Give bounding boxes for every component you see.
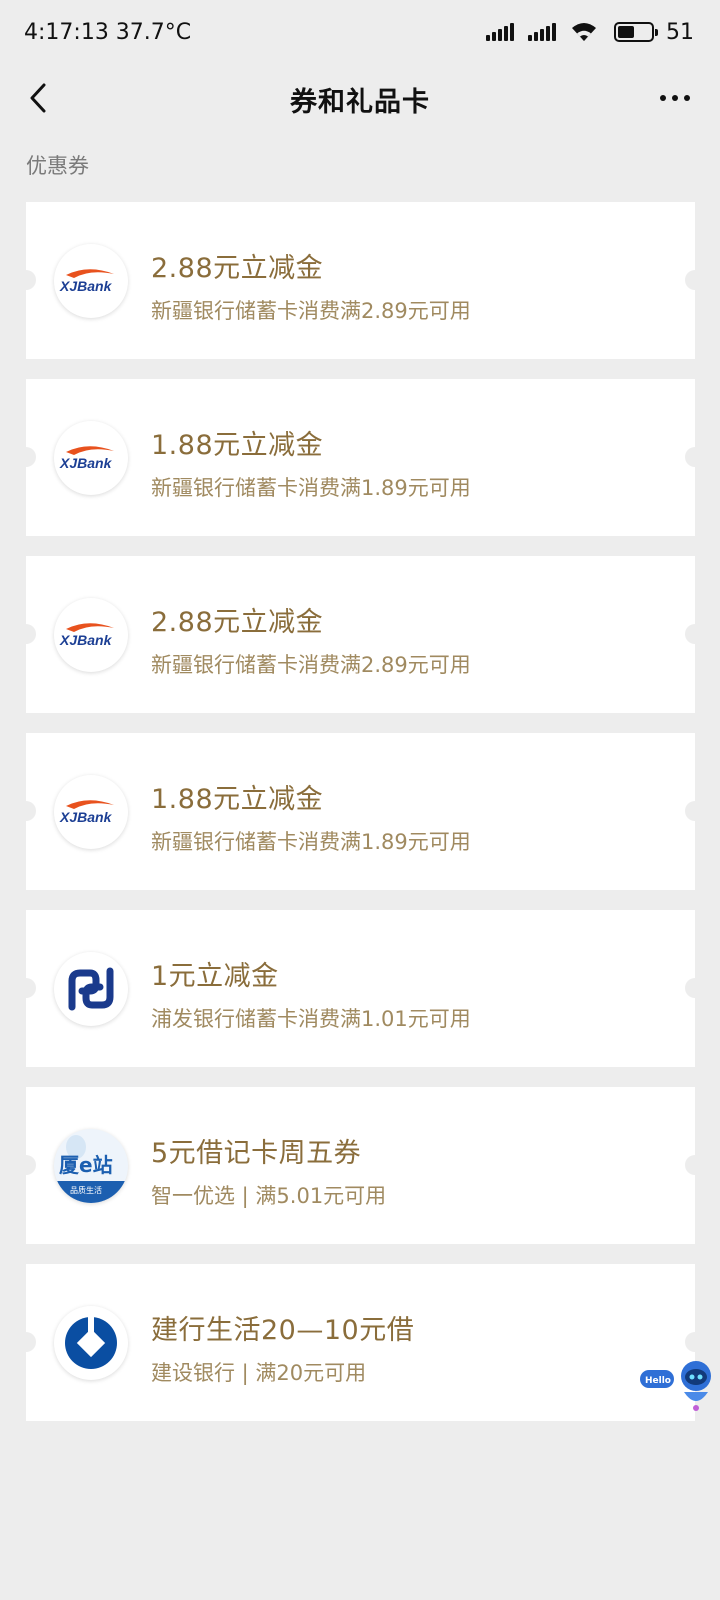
coupon-desc: 新疆银行储蓄卡消费满2.89元可用 <box>151 653 471 677</box>
nav-bar: 券和礼品卡 <box>0 64 720 134</box>
xia-e-zhan-logo-text: 厦e站 <box>59 1153 113 1177</box>
coupon-card[interactable]: XJBank 2.88元立减金 新疆银行储蓄卡消费满2.89元可用 <box>16 202 705 359</box>
coupon-desc: 建设银行 | 满20元可用 <box>151 1361 367 1385</box>
xjbank-logo: XJBank <box>54 775 128 849</box>
more-dot-icon <box>672 95 678 101</box>
signal-icon-2 <box>528 23 556 41</box>
robot-assistant-icon: Hello <box>640 1361 711 1411</box>
signal-icon <box>486 23 514 41</box>
coupon-notch <box>685 1332 705 1352</box>
coupon-desc: 新疆银行储蓄卡消费满1.89元可用 <box>151 830 471 854</box>
coupon-desc: 新疆银行储蓄卡消费满2.89元可用 <box>151 299 471 323</box>
coupon-notch <box>16 447 36 467</box>
status-icons: 51 <box>486 20 694 45</box>
assistant-badge-text: Hello <box>645 1376 671 1386</box>
coupon-desc: 新疆银行储蓄卡消费满1.89元可用 <box>151 476 471 500</box>
xia-e-zhan-logo-icon: 厦e站 品质生活 <box>54 1135 128 1203</box>
battery-icon <box>614 22 658 42</box>
coupon-text: 建行生活20—10元借 建设银行 | 满20元可用 <box>151 1308 414 1387</box>
spdb-logo-icon <box>68 967 114 1011</box>
coupon-title: 1.88元立减金 <box>151 430 324 461</box>
coupon-notch <box>16 801 36 821</box>
ccb-logo-icon <box>65 1317 117 1369</box>
spdb-logo <box>54 952 128 1026</box>
ccb-logo <box>54 1306 128 1380</box>
battery-level: 51 <box>666 19 694 45</box>
coupon-notch <box>685 270 705 290</box>
status-bar: 4:17:13 37.7°C 51 <box>0 0 720 64</box>
coupon-title: 1.88元立减金 <box>151 784 324 815</box>
xjbank-logo-text: XJBank <box>59 632 113 648</box>
xjbank-logo: XJBank <box>54 598 128 672</box>
coupon-notch <box>16 978 36 998</box>
xjbank-logo-icon: XJBank <box>59 269 114 294</box>
coupon-card[interactable]: XJBank 2.88元立减金 新疆银行储蓄卡消费满2.89元可用 <box>16 556 705 713</box>
coupon-title: 2.88元立减金 <box>151 253 324 284</box>
coupon-title: 2.88元立减金 <box>151 607 324 638</box>
coupon-title: 5元借记卡周五券 <box>151 1138 362 1169</box>
xia-e-zhan-logo-subtext: 品质生活 <box>70 1185 102 1195</box>
status-time-temp: 4:17:13 37.7°C <box>24 19 192 45</box>
xjbank-logo-text: XJBank <box>59 809 113 825</box>
more-dot-icon <box>660 95 666 101</box>
assistant-bot-button[interactable]: Hello <box>640 1358 716 1414</box>
coupon-card[interactable]: XJBank 1.88元立减金 新疆银行储蓄卡消费满1.89元可用 <box>16 733 705 890</box>
coupon-text: 1.88元立减金 新疆银行储蓄卡消费满1.89元可用 <box>151 423 471 502</box>
back-button[interactable] <box>18 78 58 118</box>
coupon-text: 1元立减金 浦发银行储蓄卡消费满1.01元可用 <box>151 954 471 1033</box>
coupon-notch <box>16 624 36 644</box>
xjbank-logo-icon: XJBank <box>59 623 114 648</box>
section-label-coupons: 优惠券 <box>26 154 89 178</box>
coupon-text: 5元借记卡周五券 智一优选 | 满5.01元可用 <box>151 1131 386 1210</box>
coupon-notch <box>685 1155 705 1175</box>
coupon-notch <box>16 1155 36 1175</box>
xjbank-logo-icon: XJBank <box>59 800 114 825</box>
more-dot-icon <box>684 95 690 101</box>
coupon-card[interactable]: 1元立减金 浦发银行储蓄卡消费满1.01元可用 <box>16 910 705 1067</box>
xjbank-logo-icon: XJBank <box>59 446 114 471</box>
coupon-notch <box>16 1332 36 1352</box>
coupon-notch <box>685 801 705 821</box>
coupon-text: 1.88元立减金 新疆银行储蓄卡消费满1.89元可用 <box>151 777 471 856</box>
coupon-text: 2.88元立减金 新疆银行储蓄卡消费满2.89元可用 <box>151 246 471 325</box>
xjbank-logo: XJBank <box>54 421 128 495</box>
coupon-notch <box>685 624 705 644</box>
coupon-title: 建行生活20—10元借 <box>151 1315 415 1346</box>
chevron-left-icon <box>30 83 46 113</box>
coupon-desc: 浦发银行储蓄卡消费满1.01元可用 <box>151 1007 471 1031</box>
page-title: 券和礼品卡 <box>290 86 430 118</box>
coupon-card[interactable]: 建行生活20—10元借 建设银行 | 满20元可用 <box>16 1264 705 1421</box>
xjbank-logo-text: XJBank <box>59 278 113 294</box>
coupon-notch <box>16 270 36 290</box>
more-button[interactable] <box>650 78 700 118</box>
coupon-desc: 智一优选 | 满5.01元可用 <box>151 1184 387 1208</box>
xia-e-zhan-logo: 厦e站 品质生活 <box>54 1129 128 1203</box>
wifi-icon <box>572 23 596 41</box>
battery-fill <box>618 26 635 38</box>
coupon-card[interactable]: 厦e站 品质生活 5元借记卡周五券 智一优选 | 满5.01元可用 <box>16 1087 705 1244</box>
coupon-list: XJBank 2.88元立减金 新疆银行储蓄卡消费满2.89元可用 XJBank… <box>16 202 705 1441</box>
coupon-card[interactable]: XJBank 1.88元立减金 新疆银行储蓄卡消费满1.89元可用 <box>16 379 705 536</box>
coupon-text: 2.88元立减金 新疆银行储蓄卡消费满2.89元可用 <box>151 600 471 679</box>
coupon-title: 1元立减金 <box>151 961 279 992</box>
coupon-notch <box>685 447 705 467</box>
coupon-notch <box>685 978 705 998</box>
xjbank-logo-text: XJBank <box>59 455 113 471</box>
xjbank-logo: XJBank <box>54 244 128 318</box>
